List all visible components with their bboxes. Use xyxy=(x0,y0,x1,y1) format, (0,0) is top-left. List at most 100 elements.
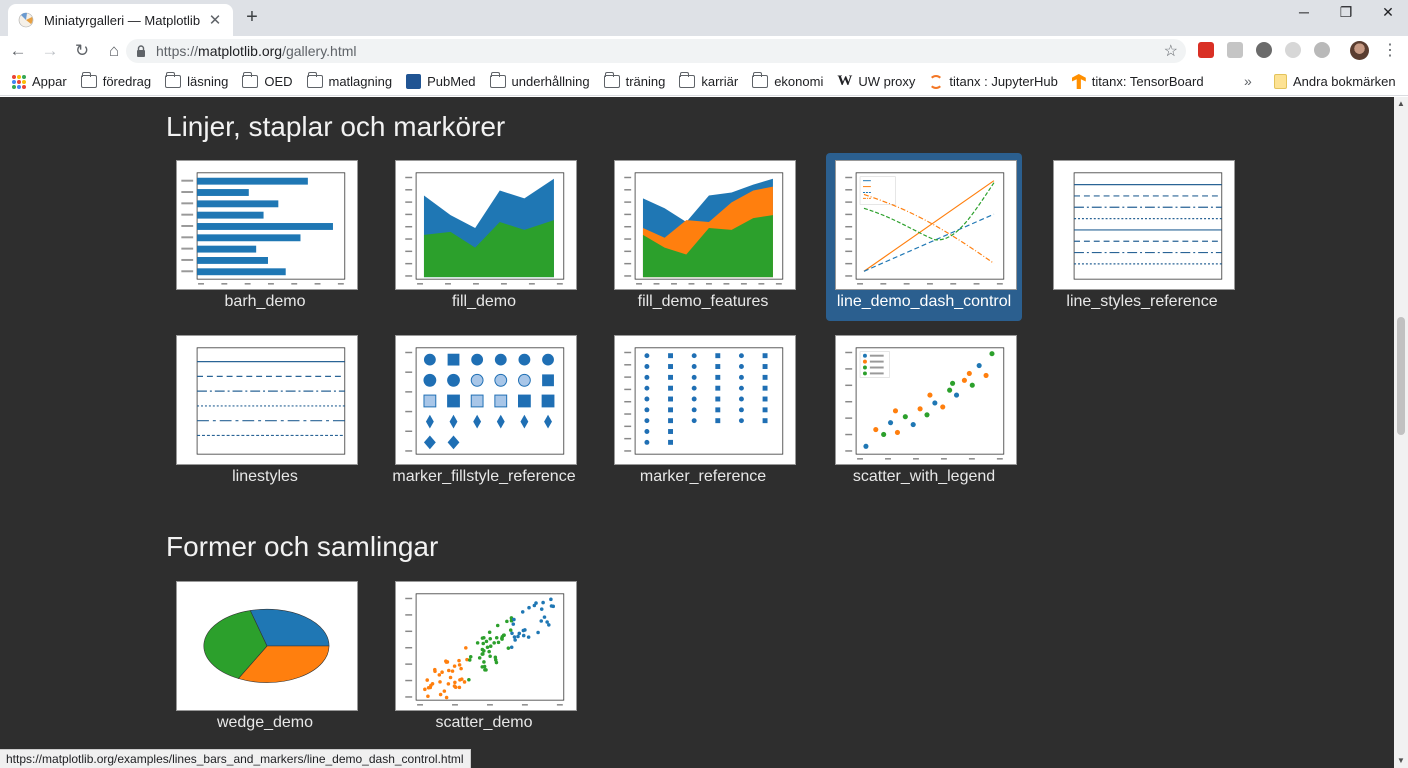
bookmark-item[interactable]: W UW proxy xyxy=(837,73,915,90)
active-tab[interactable]: Miniatyrgalleri — Matplotlib ✕ xyxy=(8,4,233,36)
gallery-item-label[interactable]: barh_demo xyxy=(157,293,373,311)
status-bar-url: https://matplotlib.org/examples/lines_ba… xyxy=(0,749,471,768)
gallery-thumbnail[interactable] xyxy=(835,160,1017,290)
bookmark-label: UW proxy xyxy=(858,74,916,89)
new-tab-button[interactable]: + xyxy=(240,6,264,29)
gallery-item-barh-demo[interactable]: barh_demo xyxy=(167,153,363,321)
gallery-item-label[interactable]: linestyles xyxy=(157,468,373,486)
folder-icon xyxy=(165,72,182,88)
other-bookmarks-label: Andra bokmärken xyxy=(1293,74,1396,89)
bookmark-item[interactable]: läsning xyxy=(165,72,228,89)
gallery-thumbnail[interactable] xyxy=(395,581,577,711)
gallery-item-wedge-demo[interactable]: wedge_demo xyxy=(167,574,363,742)
bookmark-item[interactable]: titanx: TensorBoard xyxy=(1071,74,1204,89)
gallery-item-label[interactable]: scatter_with_legend xyxy=(816,468,1032,486)
thumbnail-plot xyxy=(203,608,330,683)
extension-icon[interactable] xyxy=(1227,42,1243,58)
minimize-button[interactable]: ─ xyxy=(1292,4,1316,20)
scroll-down-icon[interactable]: ▼ xyxy=(1397,756,1405,765)
bookmark-item[interactable]: OED xyxy=(242,72,293,89)
gallery-item-linestyles[interactable]: linestyles xyxy=(167,328,363,496)
gallery-item-label[interactable]: marker_reference xyxy=(595,468,811,486)
home-button[interactable]: ⌂ xyxy=(100,37,128,65)
gallery-item-label[interactable]: line_demo_dash_control xyxy=(816,293,1032,311)
restore-button[interactable]: ❐ xyxy=(1334,4,1358,21)
gallery-thumbnail[interactable] xyxy=(1053,160,1235,290)
scroll-up-icon[interactable]: ▲ xyxy=(1397,99,1405,108)
gallery-item-label[interactable]: line_styles_reference xyxy=(1034,293,1250,311)
thumbnail-plot xyxy=(624,347,784,455)
thumbnail-plot xyxy=(405,347,565,455)
bookmark-item[interactable]: föredrag xyxy=(80,72,152,89)
jupyter-icon xyxy=(929,74,944,89)
gallery-item-fill-demo[interactable]: fill_demo xyxy=(386,153,582,321)
bookmark-item[interactable]: karriär xyxy=(679,72,739,89)
gallery-item-label[interactable]: marker_fillstyle_reference xyxy=(376,468,592,486)
gallery-thumbnail[interactable] xyxy=(614,335,796,465)
tab-strip: Miniatyrgalleri — Matplotlib ✕ + ─ ❐ ✕ xyxy=(0,0,1408,36)
gallery-thumbnail[interactable] xyxy=(395,160,577,290)
gallery-thumbnail[interactable] xyxy=(176,160,358,290)
gallery-item-marker-fillstyle-reference[interactable]: marker_fillstyle_reference xyxy=(386,328,582,496)
bookmark-item[interactable]: Appar xyxy=(12,74,67,89)
folder-icon xyxy=(242,72,259,88)
gallery-item-label[interactable]: scatter_demo xyxy=(376,714,592,732)
gallery-item-marker-reference[interactable]: marker_reference xyxy=(605,328,801,496)
bookmark-item[interactable]: titanx : JupyterHub xyxy=(929,74,1058,89)
gallery-item-line-styles-reference[interactable]: line_styles_reference xyxy=(1044,153,1240,321)
gallery-item-label[interactable]: fill_demo xyxy=(376,293,592,311)
gallery-item-label[interactable]: fill_demo_features xyxy=(595,293,811,311)
toolbar: ← → ↻ ⌂ https://matplotlib.org/gallery.h… xyxy=(0,36,1408,66)
menu-kebab-icon[interactable]: ⋮ xyxy=(1382,40,1398,60)
back-button[interactable]: ← xyxy=(4,37,32,65)
extension-icon[interactable] xyxy=(1198,42,1214,58)
bookmarks-overflow-icon[interactable]: » xyxy=(1244,73,1252,89)
bookmark-label: titanx: TensorBoard xyxy=(1091,74,1204,89)
bookmark-item[interactable]: ekonomi xyxy=(752,72,823,89)
gallery-item-line-demo-dash-control[interactable]: line_demo_dash_control xyxy=(826,153,1022,321)
close-window-button[interactable]: ✕ xyxy=(1376,4,1400,21)
scrollbar-thumb[interactable] xyxy=(1397,317,1405,435)
extension-icon[interactable] xyxy=(1285,42,1301,58)
thumbnail-plot xyxy=(624,172,784,285)
lock-icon xyxy=(137,45,145,57)
extension-icon[interactable] xyxy=(1256,42,1272,58)
bookmark-star-icon[interactable]: ☆ xyxy=(1164,41,1178,61)
bookmark-item[interactable]: PubMed xyxy=(406,74,476,89)
section-title: Former och samlingar xyxy=(166,531,439,562)
bookmarks-bar: Appar föredrag läsning OED matlagning PubMed u… xyxy=(0,68,1408,96)
thumbnail-plot xyxy=(405,593,565,706)
gallery-item-scatter-demo[interactable]: scatter_demo xyxy=(386,574,582,742)
folder-icon xyxy=(752,72,769,88)
profile-avatar[interactable] xyxy=(1350,41,1369,60)
section-title: Linjer, staplar och markörer xyxy=(166,111,506,142)
bookmark-label: titanx : JupyterHub xyxy=(949,74,1058,89)
gallery-thumbnail[interactable] xyxy=(176,335,358,465)
gallery-thumbnail[interactable] xyxy=(176,581,358,711)
bookmark-label: underhållning xyxy=(511,74,590,89)
apps-grid-icon xyxy=(12,74,26,89)
browser-chrome: Miniatyrgalleri — Matplotlib ✕ + ─ ❐ ✕ ←… xyxy=(0,0,1408,97)
bookmark-item[interactable]: matlagning xyxy=(306,72,392,89)
bookmark-item[interactable]: underhållning xyxy=(489,72,590,89)
extension-icon[interactable] xyxy=(1314,42,1330,58)
scrollbar[interactable]: ▲ ▼ xyxy=(1394,97,1408,768)
gallery-thumbnail[interactable] xyxy=(614,160,796,290)
address-bar[interactable]: https://matplotlib.org/gallery.html ☆ xyxy=(126,39,1186,63)
gallery-item-fill-demo-features[interactable]: fill_demo_features xyxy=(605,153,801,321)
tensorflow-icon xyxy=(1071,74,1086,89)
gallery-item-scatter-with-legend[interactable]: scatter_with_legend xyxy=(826,328,1022,496)
folder-icon xyxy=(603,72,620,88)
thumbnail-plot xyxy=(845,347,1005,460)
reload-button[interactable]: ↻ xyxy=(68,37,96,65)
gallery-item-label[interactable]: wedge_demo xyxy=(157,714,373,732)
bookmark-label: karriär xyxy=(701,74,739,89)
bookmark-label: föredrag xyxy=(102,74,152,89)
bookmark-item[interactable]: träning xyxy=(603,72,665,89)
forward-button[interactable]: → xyxy=(36,37,64,65)
gallery-thumbnail[interactable] xyxy=(395,335,577,465)
other-bookmarks[interactable]: Andra bokmärken xyxy=(1274,74,1396,89)
thumbnail-plot xyxy=(1073,172,1223,280)
gallery-thumbnail[interactable] xyxy=(835,335,1017,465)
tab-close-icon[interactable]: ✕ xyxy=(207,11,223,29)
